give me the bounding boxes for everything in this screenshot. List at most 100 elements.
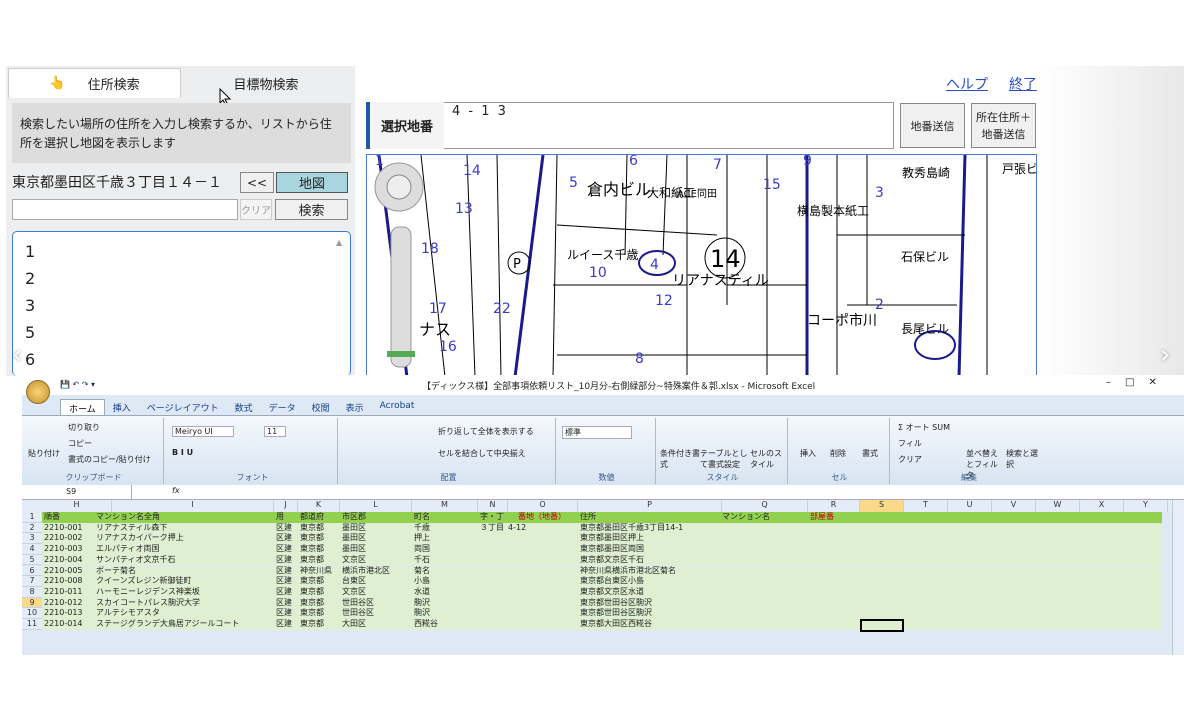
cut-button[interactable]: 切り取り bbox=[68, 422, 100, 433]
header-cell[interactable]: マンション名 bbox=[722, 512, 770, 523]
table-cell[interactable]: 東京都 bbox=[300, 619, 324, 630]
row-number[interactable]: 8 bbox=[22, 586, 42, 598]
table-cell[interactable]: ハーモニーレジデンス神楽坂 bbox=[96, 587, 200, 598]
table-cell[interactable]: 区建 bbox=[276, 544, 292, 555]
address-list[interactable]: 1 2 3 5 6 bbox=[12, 231, 351, 376]
name-box[interactable]: S9 bbox=[22, 485, 132, 500]
table-cell[interactable]: 世田谷区 bbox=[342, 608, 374, 619]
table-row[interactable]: 4 2210-003 エルパティオ両国 区建 東京都 墨田区 両国 東京都墨田区両国 bbox=[22, 544, 1162, 555]
table-cell[interactable]: 区建 bbox=[276, 608, 292, 619]
header-cell[interactable]: 字・丁 bbox=[480, 512, 504, 523]
table-cell[interactable]: 駒沢 bbox=[414, 608, 430, 619]
ribbon-tab-view[interactable]: 表示 bbox=[338, 399, 372, 415]
find-select-button[interactable]: 検索と選択 bbox=[1006, 448, 1040, 470]
office-button[interactable] bbox=[26, 380, 50, 404]
table-cell[interactable]: 大田区 bbox=[342, 619, 366, 630]
header-cell[interactable]: 町名 bbox=[414, 512, 430, 523]
table-cell[interactable]: 東京都墨田区千歳3丁目14-1 bbox=[580, 523, 683, 534]
table-cell[interactable]: 区建 bbox=[276, 566, 292, 577]
table-cell[interactable]: 東京都 bbox=[300, 608, 324, 619]
table-cell[interactable]: 4-12 bbox=[508, 523, 526, 534]
table-row[interactable]: 8 2210-011 ハーモニーレジデンス神楽坂 区建 東京都 文京区 水道 東京都文京区水道 bbox=[22, 586, 1162, 598]
table-cell[interactable]: 2210-014 bbox=[44, 619, 83, 630]
table-cell[interactable]: 東京都 bbox=[300, 587, 324, 598]
column-header[interactable]: T bbox=[904, 500, 948, 512]
table-cell[interactable]: 2210-005 bbox=[44, 566, 83, 577]
fill-button[interactable]: フィル bbox=[898, 438, 922, 449]
column-header[interactable]: X bbox=[1080, 500, 1124, 512]
row-number[interactable]: 4 bbox=[22, 544, 42, 555]
column-header[interactable]: Y bbox=[1124, 500, 1168, 512]
header-cell[interactable]: 都道府 bbox=[300, 512, 324, 523]
bold-italic-underline[interactable]: B I U bbox=[172, 448, 193, 457]
table-cell[interactable]: 区建 bbox=[276, 587, 292, 598]
copy-button[interactable]: コピー bbox=[68, 438, 92, 449]
search-input[interactable] bbox=[12, 199, 238, 220]
column-header[interactable]: V bbox=[992, 500, 1036, 512]
table-cell[interactable]: 東京都 bbox=[300, 576, 324, 587]
wrap-text-button[interactable]: 折り返して全体を表示する bbox=[438, 426, 534, 437]
table-cell[interactable]: 菊名 bbox=[414, 566, 430, 577]
font-name-box[interactable]: Meiryo UI bbox=[172, 426, 234, 437]
zoom-handle[interactable] bbox=[387, 351, 415, 357]
list-item[interactable]: 5 bbox=[25, 319, 350, 346]
table-row[interactable]: 2 2210-001 リアナスティル森下 区建 東京都 墨田区 千歳 ３丁目 4-12 東京都墨田… bbox=[22, 522, 1162, 534]
table-row[interactable]: 5 2210-004 サンパティオ文京千石 区建 東京都 文京区 千石 東京都文京区千石 bbox=[22, 554, 1162, 566]
next-arrow-icon[interactable]: › bbox=[1160, 340, 1170, 370]
table-cell[interactable]: 台東区 bbox=[342, 576, 366, 587]
map-button[interactable]: 地図 bbox=[276, 172, 348, 193]
clear-format-button[interactable]: クリア bbox=[898, 454, 922, 465]
column-header[interactable]: L bbox=[340, 500, 412, 512]
send-lot-button[interactable]: 地番送信 bbox=[900, 103, 965, 148]
selected-cell[interactable] bbox=[860, 619, 904, 632]
exit-link[interactable]: 終了 bbox=[1009, 74, 1037, 94]
table-cell[interactable]: 区建 bbox=[276, 523, 292, 534]
table-cell[interactable]: サンパティオ文京千石 bbox=[96, 555, 176, 566]
table-cell[interactable]: 2210-013 bbox=[44, 608, 83, 619]
table-cell[interactable]: 水道 bbox=[414, 587, 430, 598]
table-cell[interactable]: 東京都 bbox=[300, 544, 324, 555]
table-cell[interactable]: 東京都台東区小島 bbox=[580, 576, 644, 587]
vertical-scrollbar[interactable] bbox=[1172, 500, 1184, 655]
table-cell[interactable]: ボーテ菊名 bbox=[96, 566, 136, 577]
table-row[interactable]: 10 2210-013 アルテシモアスタ 区建 東京都 世田谷区 駒沢 東京都世田谷区駒沢 bbox=[22, 608, 1162, 619]
list-item[interactable]: 2 bbox=[25, 265, 350, 292]
ribbon-tab-acrobat[interactable]: Acrobat bbox=[372, 399, 423, 415]
table-cell[interactable]: 神奈川県 bbox=[300, 566, 332, 577]
table-cell[interactable]: 東京都大田区西糀谷 bbox=[580, 619, 652, 630]
table-row[interactable]: 7 2210-008 クイーンズレジン新御徒町 区建 東京都 台東区 小島 東京都台東区小島 bbox=[22, 576, 1162, 587]
row-number[interactable]: 5 bbox=[22, 554, 42, 566]
ribbon-tab-home[interactable]: ホーム bbox=[60, 399, 105, 415]
ribbon-tab-insert[interactable]: 挿入 bbox=[105, 399, 139, 415]
search-button[interactable]: 検索 bbox=[275, 199, 348, 220]
list-item[interactable]: 3 bbox=[25, 292, 350, 319]
header-cell[interactable]: 市区郡 bbox=[342, 512, 366, 523]
table-cell[interactable]: 2210-012 bbox=[44, 598, 83, 609]
column-header[interactable]: J bbox=[274, 500, 298, 512]
column-header[interactable]: S bbox=[860, 500, 904, 512]
table-cell[interactable]: 西糀谷 bbox=[414, 619, 438, 630]
table-cell[interactable]: アルテシモアスタ bbox=[96, 608, 160, 619]
table-cell[interactable]: 東京都世田谷区駒沢 bbox=[580, 598, 652, 609]
column-header[interactable]: W bbox=[1036, 500, 1080, 512]
table-cell[interactable]: 文京区 bbox=[342, 555, 366, 566]
merge-center-button[interactable]: セルを結合して中央揃え bbox=[438, 448, 526, 459]
table-cell[interactable]: 区建 bbox=[276, 598, 292, 609]
row-number[interactable]: 3 bbox=[22, 533, 42, 545]
column-header[interactable]: I bbox=[112, 500, 274, 512]
table-cell[interactable]: 2210-002 bbox=[44, 533, 83, 544]
row-number[interactable]: 1 bbox=[22, 512, 42, 523]
scroll-up-icon[interactable]: ▲ bbox=[336, 238, 342, 247]
table-cell[interactable]: リアナスティル森下 bbox=[96, 523, 167, 534]
table-cell[interactable]: リアナスカイパーク押上 bbox=[96, 533, 184, 544]
previous-button[interactable]: << bbox=[240, 172, 274, 193]
header-cell[interactable]: 順番 bbox=[44, 512, 60, 523]
table-cell[interactable]: 区建 bbox=[276, 533, 292, 544]
column-header[interactable]: N bbox=[478, 500, 508, 512]
paste-button[interactable]: 貼り付け bbox=[28, 448, 60, 459]
table-cell[interactable]: 区建 bbox=[276, 619, 292, 630]
tab-address-search[interactable]: 👆 住所検索 bbox=[8, 68, 181, 98]
table-cell[interactable]: クイーンズレジン新御徒町 bbox=[96, 576, 191, 587]
number-format-box[interactable]: 標準 bbox=[562, 426, 632, 439]
table-cell[interactable]: 東京都墨田区両国 bbox=[580, 544, 644, 555]
